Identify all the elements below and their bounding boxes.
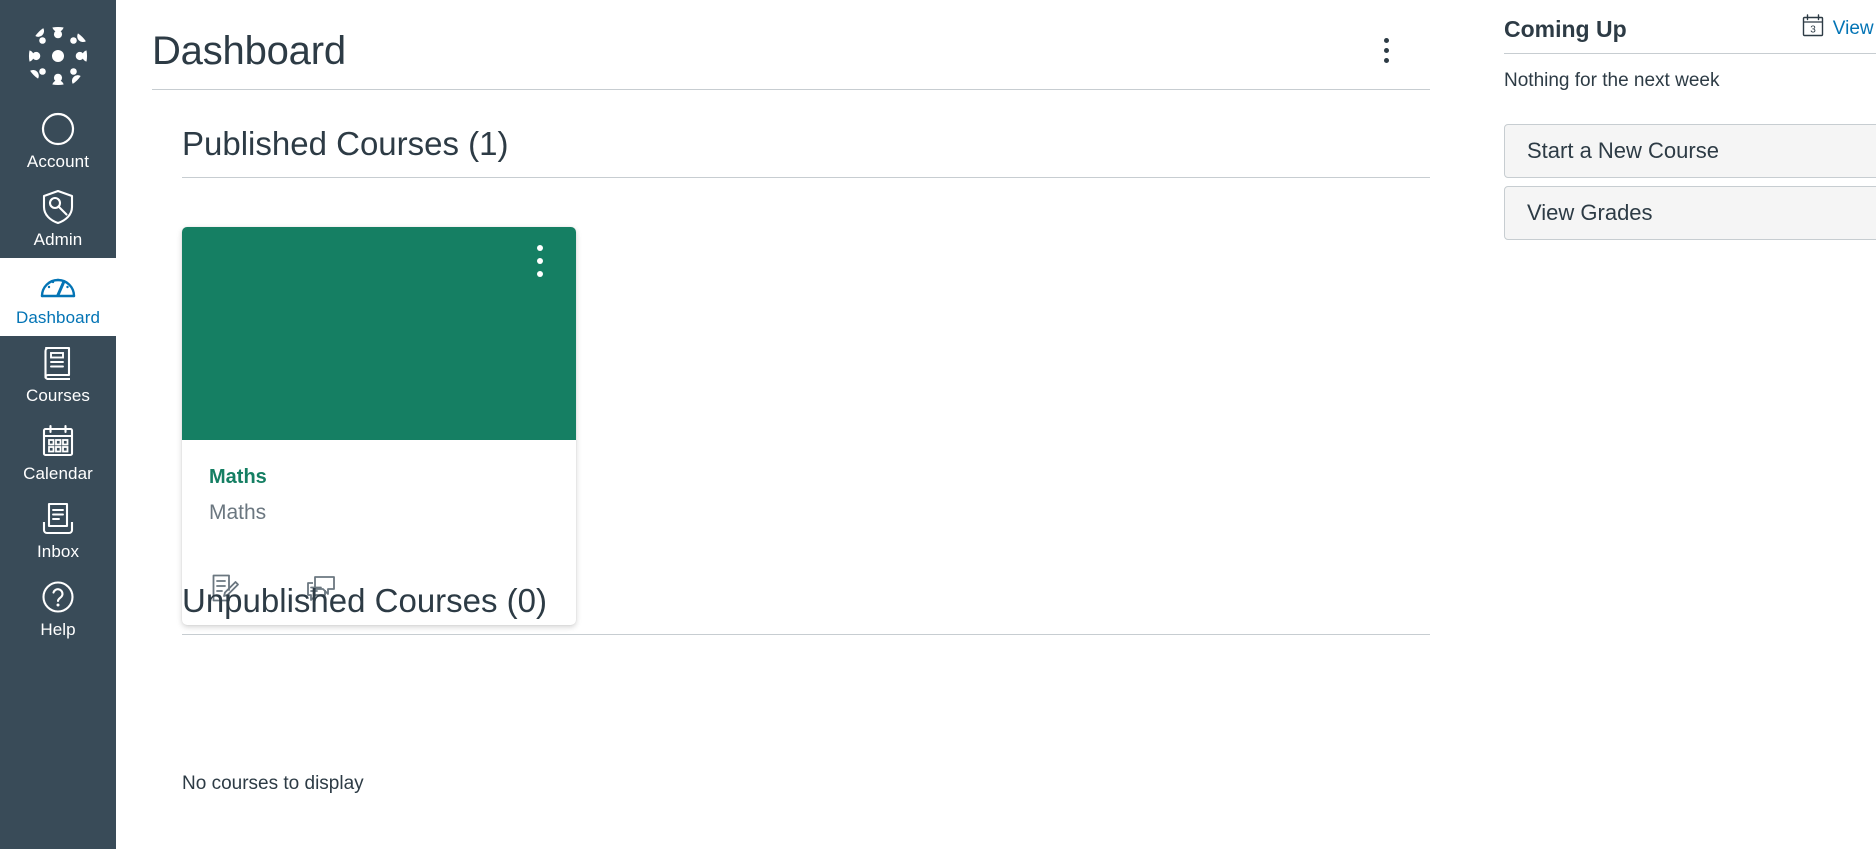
- unpublished-courses-empty-text: No courses to display: [182, 773, 364, 794]
- right-sidebar: Coming Up 3 View Calendar Nothing for th…: [1490, 0, 1876, 849]
- canvas-logo[interactable]: [0, 10, 116, 102]
- shield-key-icon: [41, 188, 75, 226]
- sidebar-item-dashboard[interactable]: Dashboard: [0, 258, 116, 336]
- sidebar-item-calendar[interactable]: Calendar: [0, 414, 116, 492]
- page-title: Dashboard: [152, 28, 346, 73]
- sidebar-item-account[interactable]: Account: [0, 102, 116, 180]
- start-a-new-course-button[interactable]: Start a New Course: [1504, 124, 1876, 178]
- course-card-body: Maths Maths: [182, 440, 576, 551]
- kebab-dot: [1383, 38, 1389, 43]
- global-navigation-sidebar: Account Admin Dashboard Courses Calendar…: [0, 0, 116, 849]
- calendar-day-icon: 3: [1802, 14, 1824, 44]
- course-card-header: [182, 227, 576, 440]
- unpublished-courses-heading-block: Unpublished Courses (0): [182, 581, 1430, 635]
- sidebar-action-buttons: Start a New Course View Grades: [1504, 94, 1876, 240]
- sidebar-item-admin[interactable]: Admin: [0, 180, 116, 258]
- sidebar-item-help[interactable]: Help: [0, 570, 116, 648]
- inbox-tray-icon: [41, 500, 75, 538]
- svg-text:3: 3: [1810, 24, 1816, 35]
- dashboard-card-grid: Maths Maths: [182, 227, 576, 625]
- question-circle-icon: [41, 578, 75, 616]
- canvas-dashboard-app: Account Admin Dashboard Courses Calendar…: [0, 0, 1876, 849]
- kebab-dot: [1383, 48, 1389, 53]
- book-icon: [42, 344, 74, 382]
- course-card[interactable]: Maths Maths: [182, 227, 576, 625]
- published-courses-heading-block: Published Courses (1): [182, 124, 1430, 178]
- sidebar-item-label: Courses: [25, 386, 90, 405]
- course-card-title-link[interactable]: Maths: [209, 464, 549, 490]
- user-circle-icon: [40, 110, 76, 148]
- sidebar-item-inbox[interactable]: Inbox: [0, 492, 116, 570]
- view-grades-button[interactable]: View Grades: [1504, 186, 1876, 240]
- dashboard-gauge-icon: [39, 266, 77, 304]
- kebab-dot: [537, 271, 543, 277]
- course-card-options-kebab[interactable]: [520, 241, 560, 281]
- page-header: Dashboard: [152, 12, 1430, 90]
- sidebar-item-label: Inbox: [36, 542, 80, 561]
- published-courses-heading: Published Courses (1): [182, 125, 509, 162]
- sidebar-item-label: Dashboard: [15, 308, 101, 327]
- dashboard-main-content: Dashboard Published Courses (1) Maths Ma…: [116, 0, 1876, 849]
- kebab-dot: [1383, 58, 1389, 63]
- course-card-term: Maths: [209, 501, 267, 524]
- sidebar-item-courses[interactable]: Courses: [0, 336, 116, 414]
- kebab-dot: [537, 245, 543, 251]
- coming-up-title: Coming Up: [1504, 16, 1627, 42]
- kebab-dot: [537, 258, 543, 264]
- view-calendar-link[interactable]: 3 View Calendar: [1802, 14, 1876, 44]
- calendar-icon: [41, 422, 75, 460]
- coming-up-header: Coming Up 3 View Calendar: [1504, 14, 1876, 54]
- coming-up-empty-text: Nothing for the next week: [1504, 70, 1720, 91]
- sidebar-item-label: Admin: [33, 230, 83, 249]
- sidebar-item-label: Account: [26, 152, 90, 171]
- unpublished-courses-heading: Unpublished Courses (0): [182, 582, 548, 619]
- sidebar-item-label: Help: [40, 620, 76, 639]
- view-calendar-label: View Calendar: [1832, 18, 1876, 39]
- dashboard-options-kebab[interactable]: [1368, 33, 1404, 69]
- sidebar-item-label: Calendar: [23, 464, 93, 483]
